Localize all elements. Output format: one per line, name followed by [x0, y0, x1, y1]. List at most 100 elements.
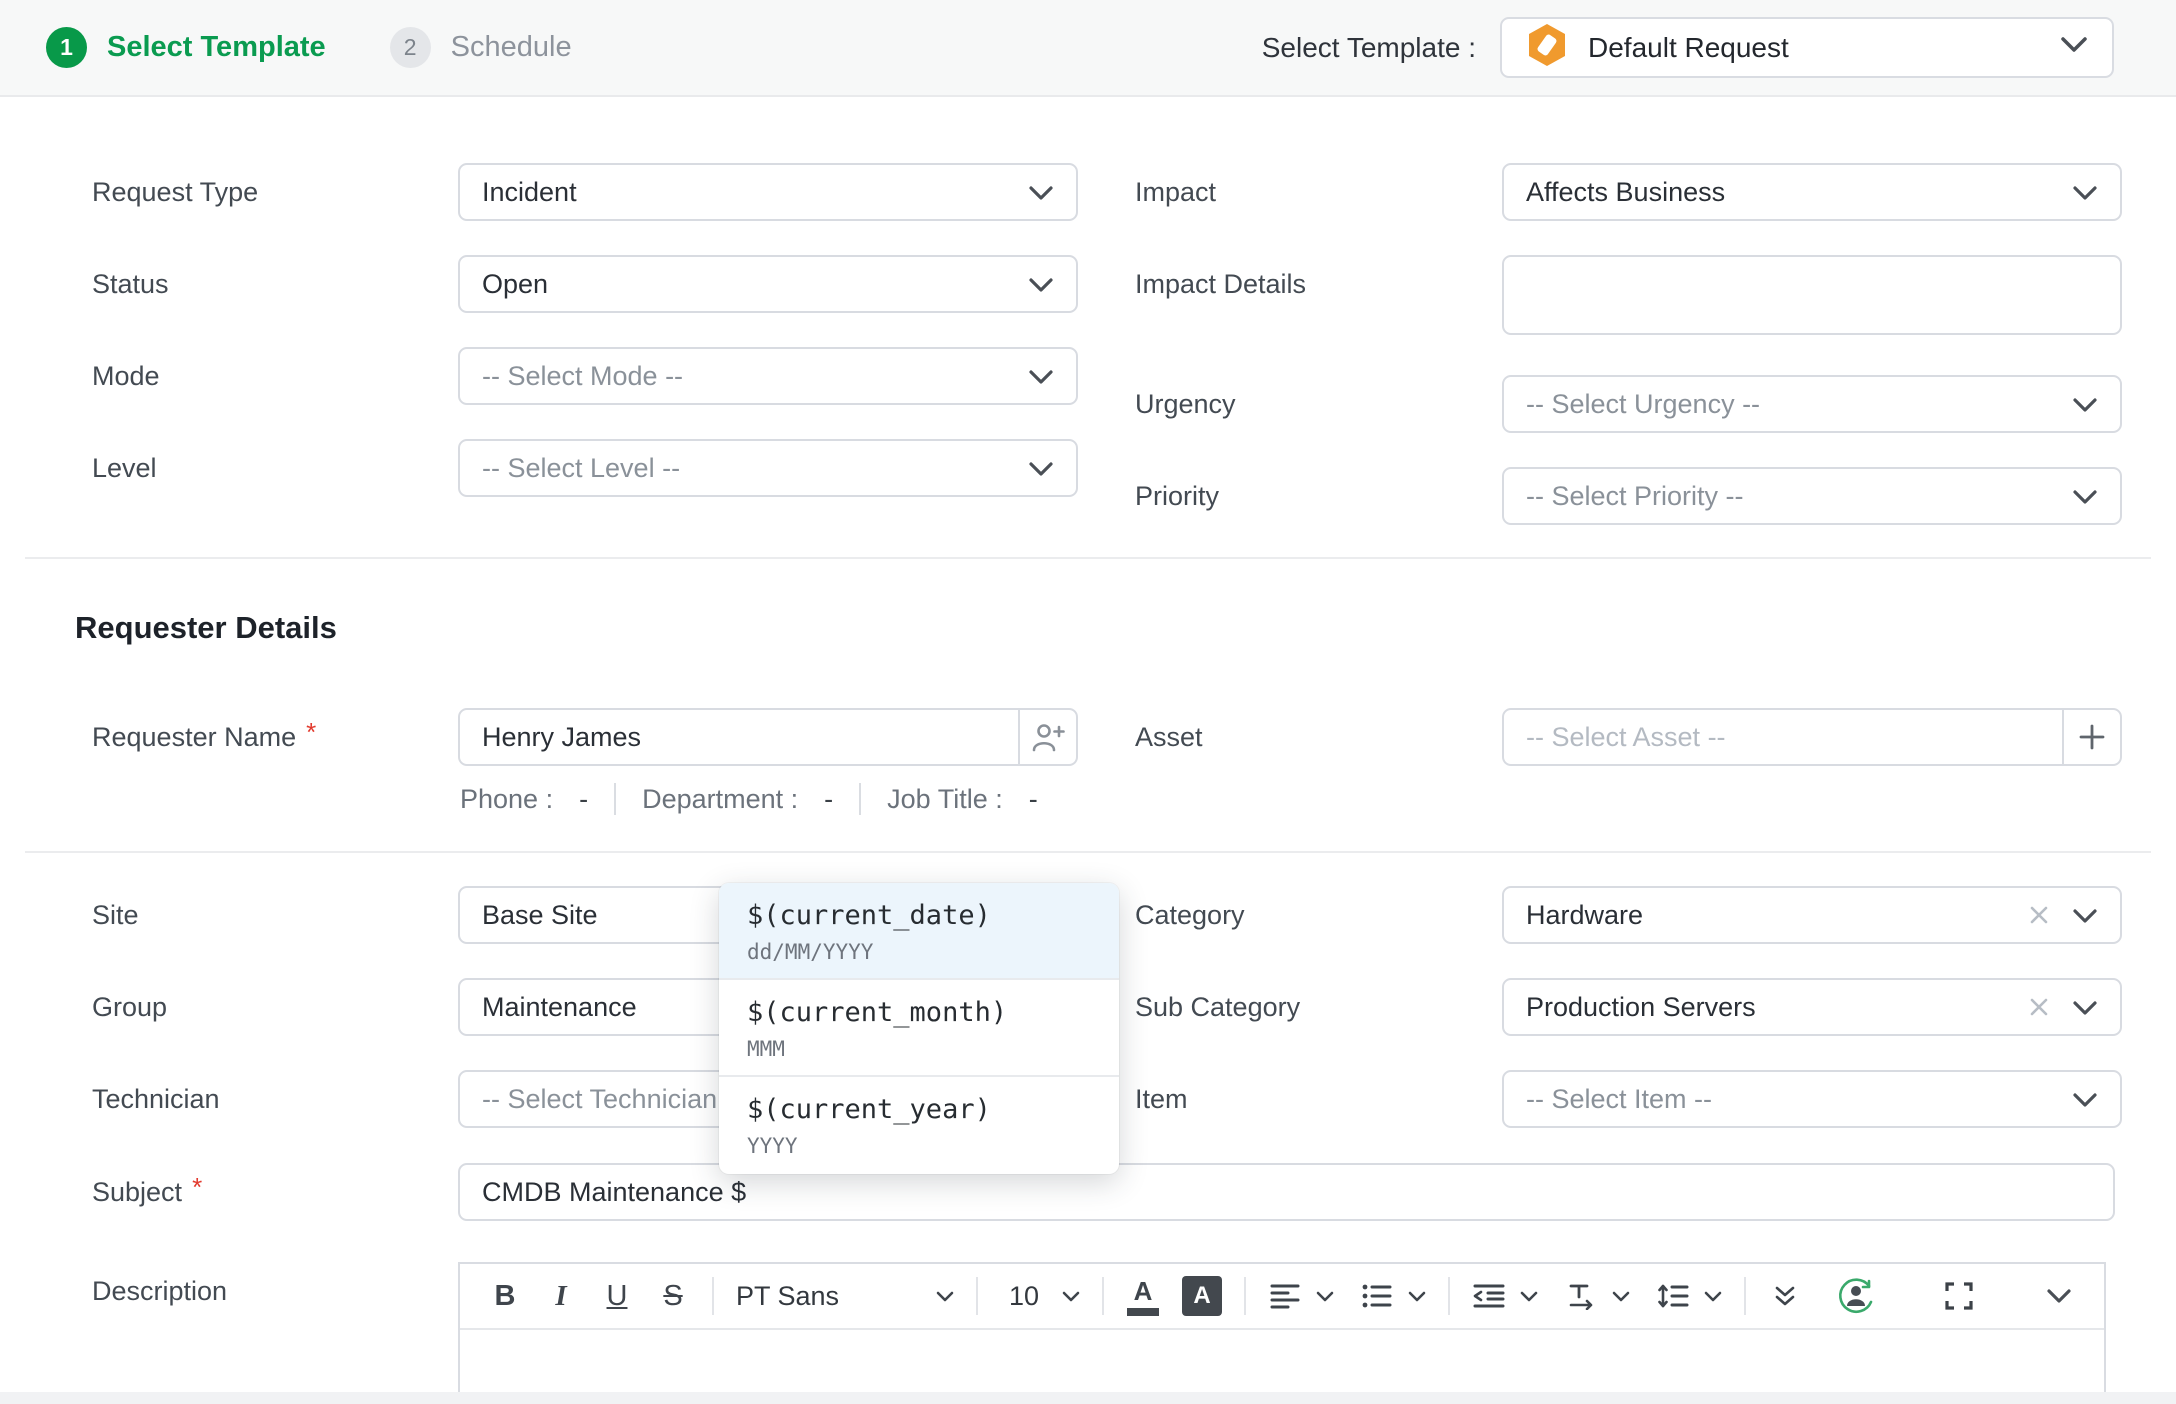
- suggestion-current-date[interactable]: $(current_date) dd/MM/YYYY: [719, 883, 1119, 980]
- zia-assistant-button[interactable]: [1836, 1276, 1876, 1316]
- chevron-down-icon: [1612, 1291, 1630, 1302]
- suggestion-current-month[interactable]: $(current_month) MMM: [719, 980, 1119, 1077]
- asset-placeholder: -- Select Asset --: [1526, 722, 1726, 753]
- impact-value: Affects Business: [1526, 177, 1725, 208]
- job-title-label: Job Title :: [887, 784, 1003, 815]
- level-select[interactable]: -- Select Level --: [458, 439, 1078, 497]
- toolbar-divider: [1244, 1277, 1246, 1315]
- background-color-button[interactable]: A: [1182, 1276, 1222, 1316]
- chevron-down-icon: [1316, 1291, 1334, 1302]
- priority-placeholder: -- Select Priority --: [1526, 481, 1744, 512]
- underline-button[interactable]: U: [600, 1280, 634, 1313]
- fullscreen-icon: [1944, 1281, 1974, 1311]
- site-label: Site: [92, 886, 139, 944]
- suggestion-current-year[interactable]: $(current_year) YYYY: [719, 1077, 1119, 1174]
- toolbar-divider: [1102, 1277, 1104, 1315]
- add-requester-button[interactable]: [1018, 710, 1076, 764]
- status-value: Open: [482, 269, 548, 300]
- step-schedule[interactable]: 2 Schedule: [390, 27, 572, 68]
- item-placeholder: -- Select Item --: [1526, 1084, 1712, 1115]
- priority-select[interactable]: -- Select Priority --: [1502, 467, 2122, 525]
- impact-select[interactable]: Affects Business: [1502, 163, 2122, 221]
- step-2-number: 2: [390, 27, 431, 68]
- item-label: Item: [1135, 1070, 1188, 1128]
- requester-name-input[interactable]: Henry James: [458, 708, 1078, 766]
- request-type-label: Request Type: [92, 163, 258, 221]
- template-hexagon-icon: [1526, 22, 1568, 73]
- template-picker-label: Select Template :: [1262, 32, 1476, 64]
- impact-label: Impact: [1135, 163, 1216, 221]
- strikethrough-button[interactable]: S: [656, 1280, 690, 1313]
- text-color-letter: A: [1134, 1277, 1153, 1305]
- step-1-label: Select Template: [107, 31, 326, 64]
- category-value: Hardware: [1526, 900, 1643, 931]
- template-select[interactable]: Default Request: [1500, 17, 2114, 78]
- description-content-area[interactable]: [460, 1330, 2104, 1390]
- text-direction-button[interactable]: [1564, 1282, 1598, 1310]
- line-spacing-button[interactable]: [1656, 1282, 1690, 1310]
- level-placeholder: -- Select Level --: [482, 453, 680, 484]
- clear-category-icon[interactable]: [2028, 904, 2050, 926]
- font-family-select[interactable]: PT Sans: [736, 1281, 922, 1312]
- indent-button[interactable]: [1472, 1283, 1506, 1309]
- mode-placeholder: -- Select Mode --: [482, 361, 683, 392]
- mode-select[interactable]: -- Select Mode --: [458, 347, 1078, 405]
- requester-name-value: Henry James: [482, 722, 641, 753]
- font-size-select[interactable]: 10: [1000, 1281, 1048, 1312]
- category-select[interactable]: Hardware: [1502, 886, 2122, 944]
- description-label: Description: [92, 1262, 227, 1320]
- chevron-down-icon: [2072, 177, 2098, 208]
- collapse-toolbar-button[interactable]: [2042, 1289, 2076, 1304]
- person-add-icon: [1031, 721, 1065, 753]
- toolbar-divider: [1448, 1277, 1450, 1315]
- group-label: Group: [92, 978, 167, 1036]
- requester-meta-row: Phone : - Department : - Job Title : -: [460, 772, 1038, 826]
- chevron-down-icon: [1408, 1291, 1426, 1302]
- variable-suggestion-popup: $(current_date) dd/MM/YYYY $(current_mon…: [719, 883, 1119, 1174]
- chevron-down-icon: [2072, 1084, 2098, 1115]
- bold-button[interactable]: B: [488, 1280, 522, 1313]
- wizard-header: 1 Select Template 2 Schedule Select Temp…: [0, 0, 2176, 97]
- impact-details-textarea[interactable]: [1502, 255, 2122, 335]
- clear-sub-category-icon[interactable]: [2028, 996, 2050, 1018]
- status-label: Status: [92, 255, 169, 313]
- job-title-value: -: [1029, 784, 1038, 815]
- template-picker: Select Template : Default Request: [1262, 17, 2114, 78]
- step-select-template[interactable]: 1 Select Template: [46, 27, 326, 68]
- text-color-swatch: [1127, 1308, 1159, 1316]
- item-select[interactable]: -- Select Item --: [1502, 1070, 2122, 1128]
- required-asterisk: *: [192, 1172, 202, 1202]
- urgency-select[interactable]: -- Select Urgency --: [1502, 375, 2122, 433]
- new-request-form: 1 Select Template 2 Schedule Select Temp…: [0, 0, 2176, 1404]
- subject-input[interactable]: CMDB Maintenance $: [458, 1163, 2115, 1221]
- suggestion-name: $(current_date): [747, 900, 1091, 931]
- line-spacing-icon: [1657, 1282, 1689, 1310]
- chevron-down-icon: [2072, 992, 2098, 1023]
- department-label: Department :: [642, 784, 798, 815]
- outdent-icon: [1472, 1283, 1506, 1309]
- sub-category-label: Sub Category: [1135, 978, 1300, 1036]
- add-asset-button[interactable]: [2062, 710, 2120, 764]
- section-divider: [25, 851, 2151, 853]
- toolbar-divider: [712, 1277, 714, 1315]
- italic-button[interactable]: I: [544, 1280, 578, 1313]
- request-type-value: Incident: [482, 177, 577, 208]
- status-select[interactable]: Open: [458, 255, 1078, 313]
- asset-label: Asset: [1135, 708, 1203, 766]
- asset-select[interactable]: -- Select Asset --: [1502, 708, 2122, 766]
- more-formatting-button[interactable]: [1768, 1284, 1802, 1308]
- request-type-select[interactable]: Incident: [458, 163, 1078, 221]
- text-color-button[interactable]: A: [1126, 1277, 1160, 1316]
- suggestion-name: $(current_year): [747, 1094, 1091, 1125]
- sub-category-select[interactable]: Production Servers: [1502, 978, 2122, 1036]
- align-button[interactable]: [1268, 1283, 1302, 1309]
- toolbar-right-group: [1836, 1276, 2076, 1316]
- zia-person-refresh-icon: [1836, 1276, 1876, 1316]
- requester-details-heading: Requester Details: [75, 610, 337, 646]
- list-button[interactable]: [1360, 1283, 1394, 1309]
- suggestion-name: $(current_month): [747, 997, 1091, 1028]
- urgency-placeholder: -- Select Urgency --: [1526, 389, 1760, 420]
- fullscreen-button[interactable]: [1942, 1281, 1976, 1311]
- chevron-down-icon: [1028, 453, 1054, 484]
- phone-value: -: [579, 784, 588, 815]
